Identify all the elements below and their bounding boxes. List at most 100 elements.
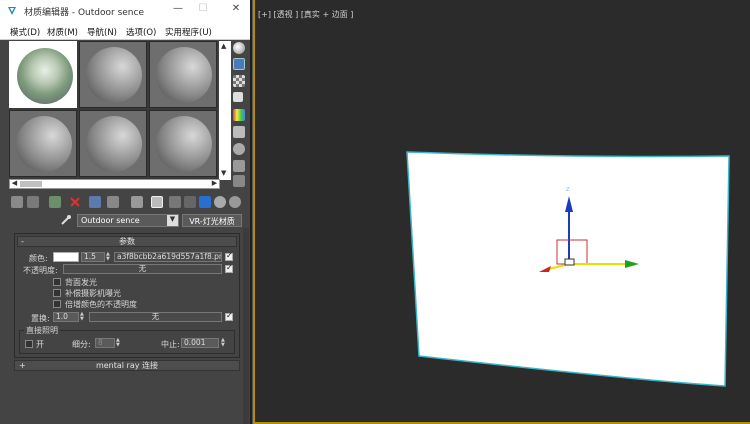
- material-name-text: Outdoor sence: [81, 216, 140, 225]
- cutoff-spinner[interactable]: ▲ ▼: [221, 338, 227, 348]
- material-name-row: Outdoor sence ▼ VR-灯光材质: [0, 213, 250, 227]
- go-forward-to-sibling-icon[interactable]: [214, 196, 226, 208]
- material-preview-sphere: [156, 116, 212, 172]
- direct-light-group-title: 直接照明: [24, 325, 60, 336]
- window-title: 材质编辑器 - Outdoor sence: [24, 8, 144, 18]
- displace-map-button[interactable]: 无: [89, 312, 222, 322]
- expand-toggle[interactable]: +: [19, 361, 26, 370]
- scroll-right-icon[interactable]: ▶: [210, 179, 219, 188]
- app-logo-icon: [8, 7, 16, 15]
- opacity-map-checkbox[interactable]: [225, 263, 233, 273]
- title-bar: 材质编辑器 - Outdoor sence — ☐ ✕: [0, 0, 250, 22]
- put-to-library-icon[interactable]: [131, 196, 143, 208]
- background-icon[interactable]: [233, 75, 245, 87]
- slots-horizontal-scrollbar[interactable]: ◀ ▶: [9, 179, 220, 189]
- material-slot-3[interactable]: [149, 41, 217, 108]
- collapse-toggle[interactable]: -: [21, 237, 24, 246]
- show-end-result-icon[interactable]: [184, 196, 196, 208]
- back-emit-label: 背面发光: [65, 278, 97, 287]
- multiply-opacity-label: 倍增颜色的不透明度: [65, 300, 137, 309]
- cutoff-field[interactable]: 0.001: [181, 338, 219, 348]
- material-slot-4[interactable]: [9, 110, 77, 177]
- get-material-icon[interactable]: [11, 196, 23, 208]
- material-map-navigator-icon[interactable]: [233, 175, 245, 187]
- sample-slots: [9, 41, 218, 179]
- comp-camera-checkbox[interactable]: [53, 289, 61, 297]
- copy-material-icon[interactable]: [89, 196, 101, 208]
- material-preview-sphere: [156, 47, 212, 103]
- viewport-scene: z: [406, 151, 730, 387]
- displace-value-field[interactable]: 1.0: [53, 312, 79, 322]
- put-to-scene-icon[interactable]: [27, 196, 39, 208]
- video-color-check-icon[interactable]: [233, 109, 245, 121]
- material-slot-5[interactable]: [79, 110, 147, 177]
- panel-scrollbar[interactable]: [243, 228, 249, 424]
- direct-light-on-label: 开: [36, 340, 44, 349]
- displace-map-checkbox[interactable]: [225, 311, 233, 321]
- material-name-field[interactable]: Outdoor sence ▼: [77, 214, 179, 227]
- parameters-rollout: - 参数 颜色: 1.5 ▲ ▼ a3f8bcbb2a619d557a1f8.pn…: [14, 233, 240, 358]
- menu-utilities[interactable]: 实用程序(U): [165, 26, 212, 38]
- slots-vertical-scrollbar[interactable]: ▲ ▼: [219, 41, 231, 180]
- menu-material[interactable]: 材质(M): [47, 26, 78, 38]
- direct-light-on-checkbox[interactable]: [25, 340, 33, 348]
- cutoff-label: 中止:: [161, 340, 180, 349]
- scroll-left-icon[interactable]: ◀: [10, 179, 19, 188]
- show-shaded-icon[interactable]: [169, 196, 181, 208]
- color-map-checkbox[interactable]: [225, 251, 233, 261]
- close-button[interactable]: ✕: [226, 3, 246, 19]
- mental-ray-rollout[interactable]: + mental ray 连接: [14, 360, 240, 371]
- subdiv-spinner[interactable]: ▲ ▼: [116, 338, 122, 348]
- material-type-button[interactable]: VR-灯光材质: [182, 214, 242, 227]
- material-slot-6[interactable]: [149, 110, 217, 177]
- rollout-header[interactable]: - 参数: [17, 236, 237, 247]
- multiply-opacity-checkbox[interactable]: [53, 300, 61, 308]
- material-id-channel-icon[interactable]: [151, 196, 163, 208]
- make-preview-icon[interactable]: [233, 126, 245, 138]
- menu-options[interactable]: 选项(O): [126, 26, 156, 38]
- eyedropper-icon[interactable]: [60, 214, 72, 226]
- minimize-button[interactable]: —: [168, 3, 188, 19]
- displace-label: 置换:: [31, 314, 50, 323]
- reset-material-icon[interactable]: [69, 196, 81, 208]
- backlight-icon[interactable]: [233, 58, 245, 70]
- rollout-title: 参数: [119, 237, 135, 246]
- select-by-material-icon[interactable]: [233, 160, 245, 172]
- chevron-down-icon[interactable]: ▼: [167, 215, 178, 226]
- sample-type-icon[interactable]: [233, 42, 245, 54]
- pick-material-icon[interactable]: [229, 196, 241, 208]
- displace-spinner[interactable]: ▲ ▼: [80, 312, 86, 322]
- material-slot-1[interactable]: [9, 41, 77, 108]
- material-preview-sphere: [17, 48, 73, 104]
- opacity-map-button[interactable]: 无: [63, 264, 222, 274]
- z-axis-label: z: [566, 185, 570, 193]
- color-map-button[interactable]: a3f8bcbb2a619d557a1f8.png): [114, 252, 222, 262]
- scroll-up-icon[interactable]: ▲: [221, 42, 226, 50]
- maximize-button[interactable]: ☐: [193, 3, 213, 19]
- color-multiplier-field[interactable]: 1.5: [81, 252, 105, 262]
- material-preview-sphere: [16, 116, 72, 172]
- viewport-perspective[interactable]: [+] [透视 ] [真实 + 边面 ] z: [252, 0, 750, 424]
- menu-navigation[interactable]: 导航(N): [87, 26, 117, 38]
- menu-bar: 模式(D) 材质(M) 导航(N) 选项(O) 实用程序(U): [0, 22, 250, 40]
- menu-mode[interactable]: 模式(D): [10, 26, 40, 38]
- comp-camera-label: 补偿摄影机曝光: [65, 289, 121, 298]
- scroll-thumb[interactable]: [20, 181, 42, 187]
- gizmo-center[interactable]: [564, 258, 575, 266]
- bottom-toolbar: [9, 196, 245, 210]
- material-slot-2[interactable]: [79, 41, 147, 108]
- color-multiplier-spinner[interactable]: ▲ ▼: [106, 252, 112, 262]
- subdiv-field[interactable]: 8: [95, 338, 115, 348]
- color-swatch[interactable]: [53, 252, 79, 262]
- sample-uv-tiling-icon[interactable]: [233, 92, 243, 102]
- back-emit-checkbox[interactable]: [53, 278, 61, 286]
- material-preview-sphere: [86, 47, 142, 103]
- opacity-label: 不透明度:: [23, 266, 58, 275]
- material-editor-window: 材质编辑器 - Outdoor sence — ☐ ✕ 模式(D) 材质(M) …: [0, 0, 250, 424]
- make-unique-icon[interactable]: [107, 196, 119, 208]
- go-to-parent-icon[interactable]: [199, 196, 211, 208]
- material-preview-sphere: [86, 116, 142, 172]
- scroll-down-icon[interactable]: ▼: [221, 169, 226, 177]
- options-icon[interactable]: [233, 143, 245, 155]
- assign-to-selection-icon[interactable]: [49, 196, 61, 208]
